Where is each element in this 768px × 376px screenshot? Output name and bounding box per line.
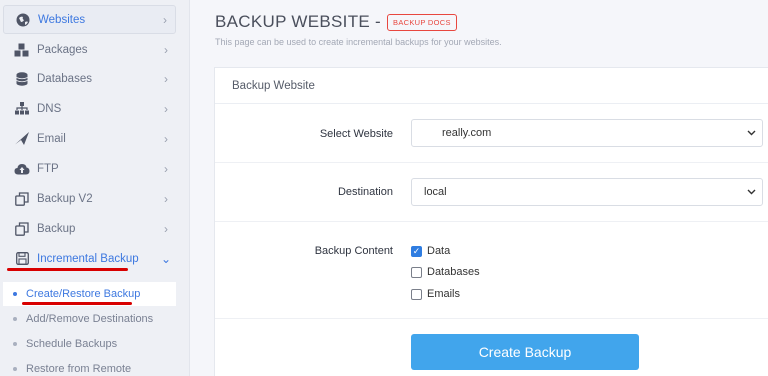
sidebar-item-databases[interactable]: Databases ›: [3, 64, 176, 93]
bullet-dot-icon: [13, 367, 17, 371]
globe-icon: [12, 12, 34, 28]
submenu-item-schedule-backups[interactable]: Schedule Backups: [3, 332, 176, 356]
data-checkbox-label: Data: [427, 245, 451, 257]
row-divider: [215, 162, 768, 163]
page-title: BACKUP WEBSITE - BACKUP DOCS: [215, 12, 457, 32]
website-select-value: really.com: [442, 127, 492, 139]
sidebar-item-websites[interactable]: Websites ›: [3, 5, 176, 34]
sidebar-item-label: Websites: [38, 13, 86, 26]
database-icon: [11, 71, 33, 87]
create-backup-button[interactable]: Create Backup: [411, 334, 639, 370]
chevron-right-icon: ›: [164, 221, 168, 236]
select-website-label: Select Website: [319, 128, 393, 140]
docs-link-badge[interactable]: BACKUP DOCS: [387, 13, 457, 31]
destination-select-value: local: [424, 186, 447, 198]
chevron-right-icon: ›: [164, 101, 168, 116]
sidebar: Websites › Packages › Databases › DNS › …: [0, 0, 190, 376]
sidebar-item-label: DNS: [37, 102, 62, 115]
data-checkbox[interactable]: ✓: [411, 245, 422, 257]
sidebar-item-label: Backup: [37, 222, 76, 235]
copy-icon: [11, 191, 33, 207]
copy-icon: [11, 221, 33, 237]
backup-website-card: Backup Website Select Website really.com…: [214, 67, 768, 376]
sidebar-item-label: Backup V2: [37, 192, 93, 205]
submenu-item-restore-from-remote[interactable]: Restore from Remote: [3, 357, 176, 376]
annotation-underline: [7, 268, 128, 271]
bullet-dot-icon: [13, 292, 17, 296]
submenu-item-label: Schedule Backups: [26, 338, 118, 350]
chevron-down-icon: ⌄: [160, 251, 172, 266]
chevron-right-icon: ›: [163, 12, 167, 27]
annotation-underline: [22, 302, 132, 305]
databases-checkbox-row[interactable]: Databases: [411, 266, 480, 278]
databases-checkbox[interactable]: [411, 266, 422, 278]
sidebar-item-label: Databases: [37, 72, 92, 85]
sidebar-item-backup[interactable]: Backup ›: [3, 214, 176, 243]
chevron-down-icon: [740, 187, 762, 198]
databases-checkbox-label: Databases: [427, 266, 480, 278]
submenu-item-label: Restore from Remote: [26, 363, 132, 375]
website-select[interactable]: really.com: [411, 119, 763, 147]
submenu-item-label: Add/Remove Destinations: [26, 313, 154, 325]
chevron-right-icon: ›: [164, 191, 168, 206]
cloud-upload-icon: [11, 161, 33, 177]
destination-label: Destination: [337, 186, 393, 198]
sitemap-icon: [11, 101, 33, 117]
chevron-right-icon: ›: [164, 161, 168, 176]
chevron-right-icon: ›: [164, 42, 168, 57]
paper-plane-icon: [11, 131, 33, 147]
page-subtitle: This page can be used to create incremen…: [215, 37, 502, 47]
sidebar-item-label: FTP: [37, 162, 59, 175]
page-title-text: BACKUP WEBSITE -: [215, 12, 382, 31]
chevron-right-icon: ›: [164, 131, 168, 146]
sidebar-item-ftp[interactable]: FTP ›: [3, 154, 176, 183]
row-divider: [215, 221, 768, 222]
emails-checkbox-label: Emails: [427, 288, 461, 300]
sidebar-item-label: Email: [37, 132, 66, 145]
chevron-down-icon: [740, 128, 762, 139]
submenu-item-label: Create/Restore Backup: [26, 288, 141, 300]
emails-checkbox-row[interactable]: Emails: [411, 288, 460, 300]
bullet-dot-icon: [13, 342, 17, 346]
save-icon: [11, 251, 33, 267]
emails-checkbox[interactable]: [411, 288, 422, 300]
card-title: Backup Website: [215, 68, 768, 104]
row-divider: [215, 318, 768, 319]
bullet-dot-icon: [13, 317, 17, 321]
sidebar-item-packages[interactable]: Packages ›: [3, 35, 176, 64]
sidebar-item-backup-v2[interactable]: Backup V2 ›: [3, 184, 176, 213]
sidebar-item-label: Packages: [37, 43, 88, 56]
sidebar-item-label: Incremental Backup: [37, 252, 139, 265]
destination-select[interactable]: local: [411, 178, 763, 206]
sidebar-item-dns[interactable]: DNS ›: [3, 94, 176, 123]
chevron-right-icon: ›: [164, 71, 168, 86]
data-checkbox-row[interactable]: ✓ Data: [411, 245, 450, 257]
sidebar-item-email[interactable]: Email ›: [3, 124, 176, 153]
backup-content-label: Backup Content: [314, 245, 393, 257]
cubes-icon: [11, 42, 33, 58]
submenu-item-add-remove-destinations[interactable]: Add/Remove Destinations: [3, 307, 176, 331]
